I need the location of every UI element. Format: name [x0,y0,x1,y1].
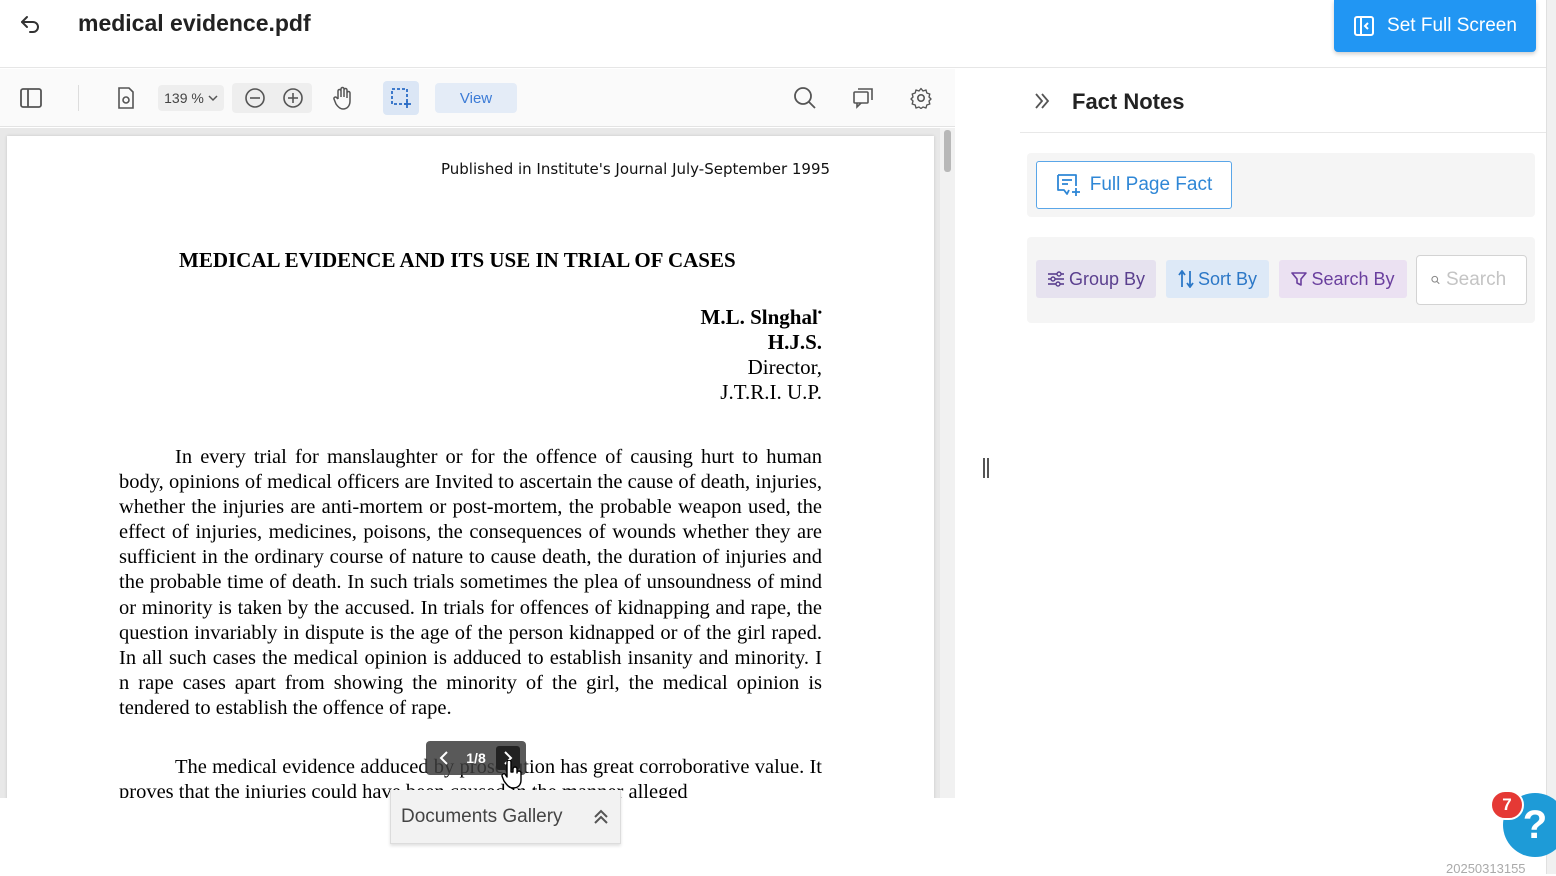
fact-actions-box: Full Page Fact [1027,153,1535,217]
paragraph: In every trial for manslaughter or for t… [119,446,822,719]
notification-badge: 7 [1490,790,1524,820]
zoom-select[interactable]: 139 % [158,85,224,111]
sliders-icon [1047,271,1064,287]
area-select-icon [391,88,411,108]
full-page-fact-label: Full Page Fact [1089,174,1213,195]
search-by-label: Search By [1311,268,1395,289]
chevron-left-icon [439,751,448,765]
sort-by-label: Sort By [1197,268,1258,289]
zoom-out-button[interactable] [240,83,270,113]
filter-bar: Group By Sort By Search By [1027,237,1535,323]
publication-line: Published in Institute's Journal July-Se… [441,160,831,178]
double-chevron-up-icon [594,809,608,824]
viewer-toolbar: 139 % View [0,69,955,127]
previous-page-button[interactable] [432,746,456,770]
view-button[interactable]: View [435,83,517,113]
search-button[interactable] [790,83,820,113]
author-block: M.L. Slnghal• H.J.S. Director, J.T.R.I. … [701,300,823,405]
toolbar-divider [78,85,79,111]
pdf-page: Published in Institute's Journal July-Se… [7,136,934,798]
gear-icon [910,87,932,109]
sidebar-toggle-icon [20,88,42,108]
pan-hand-icon [333,86,351,110]
document-viewport[interactable]: Published in Institute's Journal July-Se… [0,128,955,798]
panel-splitter[interactable] [980,458,992,482]
fact-notes-panel: Fact Notes Full Page Fact Group By Sort … [1020,69,1546,799]
help-symbol: ? [1522,802,1548,847]
back-button[interactable] [16,10,44,38]
set-full-screen-label: Set Full Screen [1387,15,1517,36]
document-settings-button[interactable] [111,83,141,113]
comments-icon [853,88,873,109]
fact-search-input[interactable] [1446,269,1526,291]
scrollbar-thumb[interactable] [944,130,951,172]
search-by-button[interactable]: Search By [1279,260,1407,298]
zoom-in-icon [283,88,303,108]
return-icon [21,16,39,33]
zoom-value: 139 % [164,90,204,106]
set-full-screen-button[interactable]: Set Full Screen [1334,0,1536,52]
panel-divider [1020,132,1546,133]
sort-by-button[interactable]: Sort By [1166,260,1269,298]
area-select-button[interactable] [383,81,419,115]
mouse-pointer-icon [501,760,522,789]
documents-gallery-label: Documents Gallery [401,805,563,827]
scrollbar-track[interactable] [940,128,955,798]
documents-gallery-toggle[interactable]: Documents Gallery [390,790,621,844]
add-note-icon [1056,174,1080,196]
fullscreen-icon [1354,16,1375,36]
top-bar: medical evidence.pdf Set Full Screen [0,0,1556,68]
fact-search-box [1416,255,1527,305]
window-edge [1546,0,1556,874]
sort-arrows-icon [1178,270,1194,288]
author-name: M.L. Slnghal• [700,305,823,329]
author-position: Director, [747,355,822,379]
paper-title: MEDICAL EVIDENCE AND ITS USE IN TRIAL OF… [179,248,736,272]
page-indicator: 1/8 [466,750,486,766]
search-icon [794,87,816,109]
settings-button[interactable] [906,83,936,113]
filter-icon [1291,272,1308,286]
group-by-label: Group By [1068,268,1146,289]
full-page-fact-button[interactable]: Full Page Fact [1036,161,1232,209]
double-chevron-right-icon[interactable] [1030,89,1054,113]
chevron-down-icon [208,95,218,102]
document-settings-icon [118,87,134,109]
search-icon [1431,275,1440,285]
document-title: medical evidence.pdf [78,10,311,36]
group-by-button[interactable]: Group By [1036,260,1156,298]
zoom-out-icon [245,88,265,108]
pan-tool-button[interactable] [328,83,358,113]
sidebar-toggle-button[interactable] [16,83,46,113]
comments-button[interactable] [848,83,878,113]
zoom-in-button[interactable] [278,83,308,113]
panel-title: Fact Notes [1072,89,1185,114]
author-institute: J.T.R.I. U.P. [720,380,822,404]
author-title: H.J.S. [767,330,822,354]
